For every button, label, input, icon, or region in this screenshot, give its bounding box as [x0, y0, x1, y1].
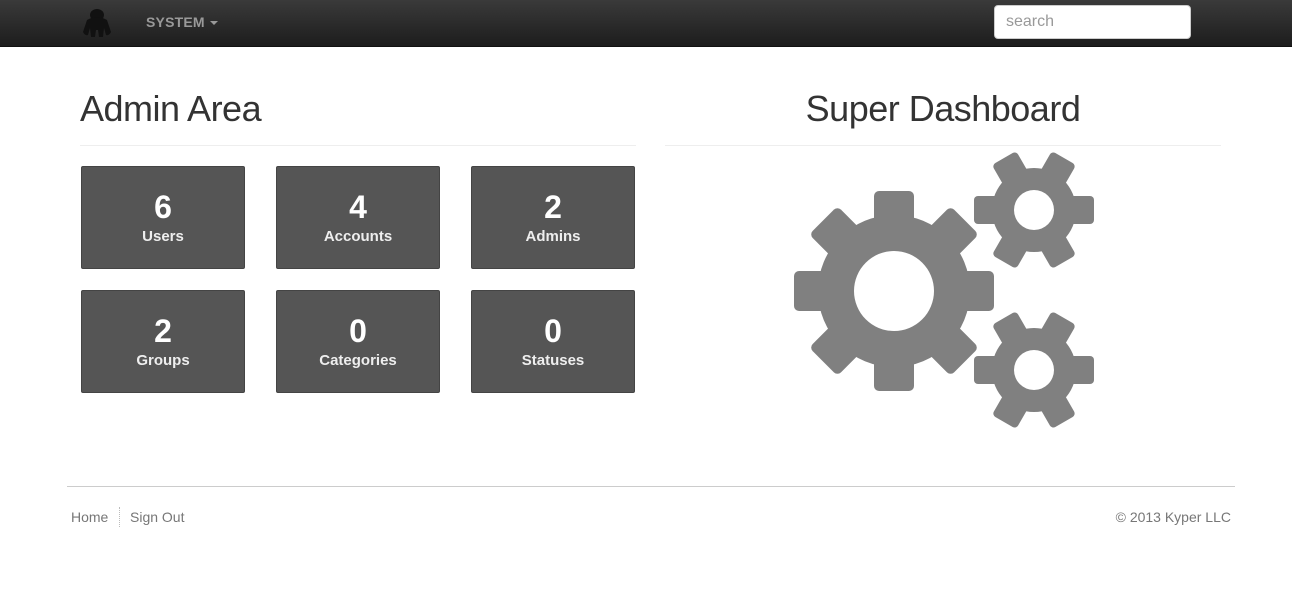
tile-groups[interactable]: 2 Groups [81, 290, 245, 393]
footer-home-link[interactable]: Home [71, 509, 108, 525]
tile-label: Categories [319, 352, 397, 369]
tile-admins[interactable]: 2 Admins [471, 166, 635, 269]
tile-count: 4 [349, 189, 367, 225]
system-menu-label: SYSTEM [146, 14, 205, 30]
top-navbar: SYSTEM [0, 0, 1292, 47]
super-dashboard-title: Super Dashboard [805, 88, 1081, 129]
copyright-text: © 2013 Kyper LLC [1115, 509, 1231, 525]
tile-count: 6 [154, 189, 172, 225]
tile-label: Groups [136, 352, 190, 369]
system-menu[interactable]: SYSTEM [146, 14, 218, 30]
tile-label: Accounts [323, 228, 393, 245]
gorilla-logo-icon[interactable] [80, 6, 114, 40]
footer-signout-link[interactable]: Sign Out [130, 509, 184, 525]
footer-divider [67, 486, 1235, 487]
tile-label: Admins [525, 228, 581, 245]
tile-count: 0 [544, 313, 562, 349]
tile-accounts[interactable]: 4 Accounts [276, 166, 440, 269]
tile-count: 2 [154, 313, 172, 349]
gears-icon[interactable] [780, 150, 1110, 435]
admin-area-title: Admin Area [80, 88, 262, 129]
tile-users[interactable]: 6 Users [81, 166, 245, 269]
tile-label: Users [142, 228, 184, 245]
admin-divider [80, 145, 636, 146]
search-input[interactable] [994, 5, 1191, 39]
tile-statuses[interactable]: 0 Statuses [471, 290, 635, 393]
dashboard-divider [665, 145, 1221, 146]
footer-separator [119, 507, 120, 527]
tile-count: 2 [544, 189, 562, 225]
tile-categories[interactable]: 0 Categories [276, 290, 440, 393]
caret-down-icon [209, 21, 218, 26]
tile-label: Statuses [521, 352, 585, 369]
tile-count: 0 [349, 313, 367, 349]
